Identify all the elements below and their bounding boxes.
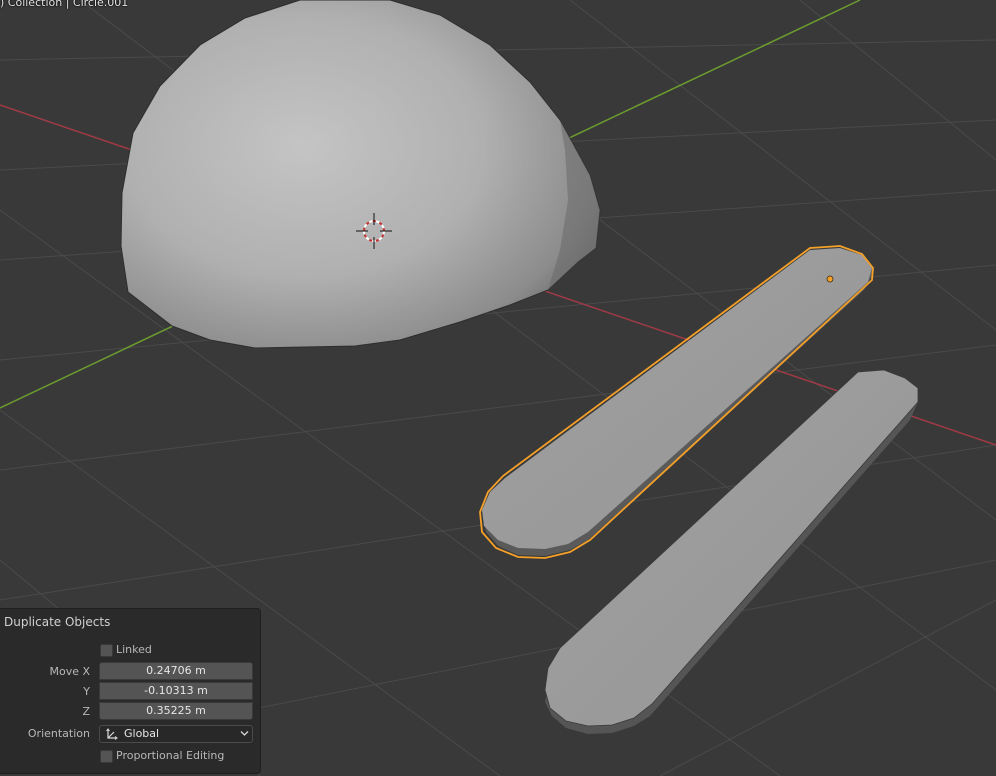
proportional-editing-checkbox[interactable] xyxy=(100,750,113,763)
move-x-field[interactable]: 0.24706 m xyxy=(99,662,253,680)
proportional-editing-label: Proportional Editing xyxy=(116,749,225,762)
move-y-field[interactable]: -0.10313 m xyxy=(99,682,253,700)
transform-orientation-icon xyxy=(106,728,118,740)
3d-viewport[interactable]: ) Collection | Circle.001 Duplicate Obje… xyxy=(0,0,996,776)
move-x-label: Move X xyxy=(49,665,90,678)
move-z-field[interactable]: 0.35225 m xyxy=(99,702,253,720)
viewport-object-label: ) Collection | Circle.001 xyxy=(0,0,129,9)
chevron-down-icon xyxy=(240,731,249,736)
hemisphere-object xyxy=(120,0,601,349)
panel-title[interactable]: Duplicate Objects xyxy=(4,615,110,629)
move-y-label: Y xyxy=(83,685,90,698)
move-z-label: Z xyxy=(82,705,90,718)
linked-label: Linked xyxy=(116,643,152,656)
orientation-dropdown[interactable]: Global xyxy=(99,725,253,743)
linked-checkbox[interactable] xyxy=(100,644,113,657)
orientation-label: Orientation xyxy=(27,727,90,740)
object-origin-icon xyxy=(826,275,834,283)
orientation-value: Global xyxy=(124,727,160,740)
